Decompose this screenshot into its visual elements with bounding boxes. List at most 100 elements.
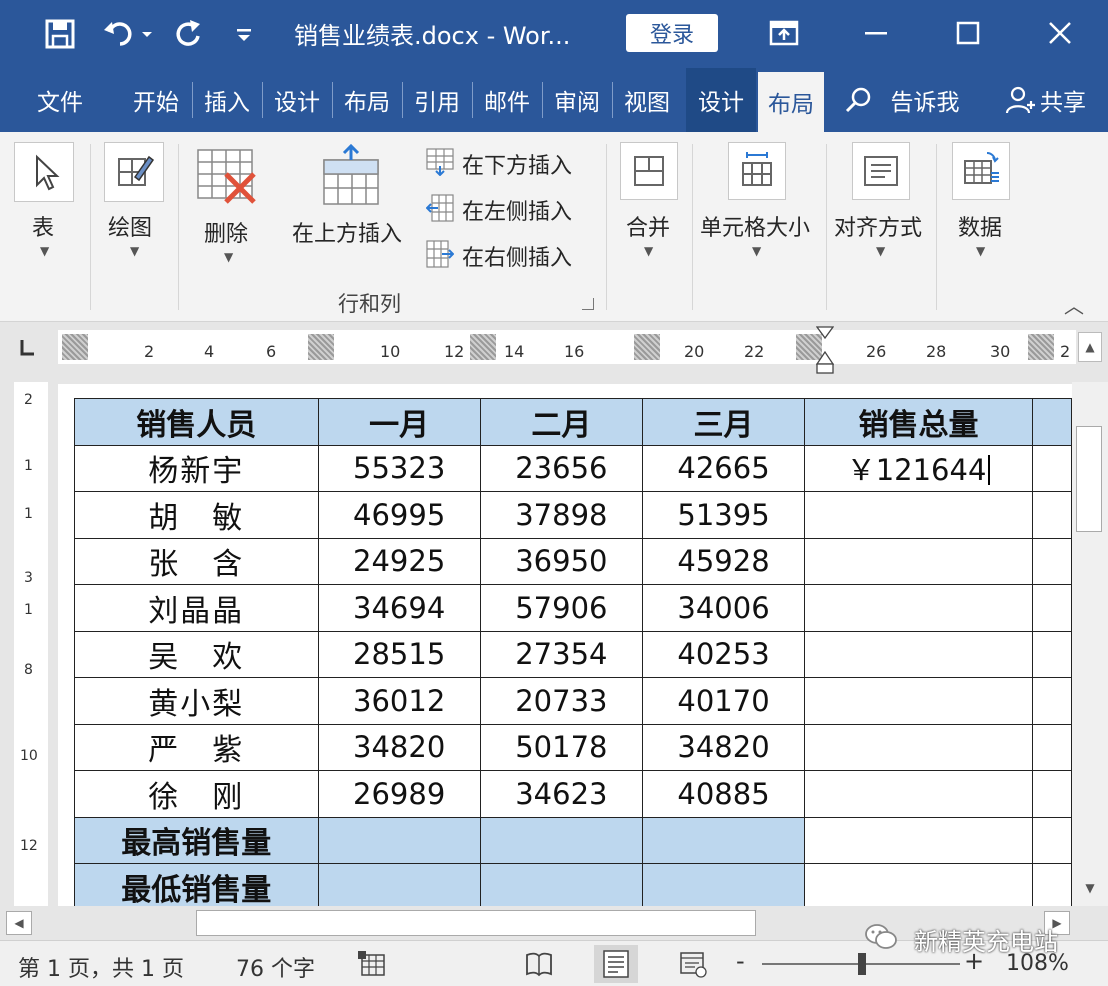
undo-icon[interactable] — [100, 14, 156, 54]
chevron-down-icon[interactable]: ▼ — [752, 244, 761, 258]
tell-me-box[interactable]: 告诉我 — [882, 68, 968, 132]
salesperson-cell[interactable]: 徐 刚 — [74, 770, 319, 818]
salesperson-cell[interactable]: 杨新宇 — [74, 444, 319, 492]
tab-table-layout[interactable]: 布局 — [758, 72, 824, 132]
max-sales-label[interactable]: 最高销售量 — [74, 816, 319, 864]
ruler-column-marker[interactable] — [634, 334, 660, 360]
vertical-ruler[interactable]: 2 1 1 3 1 8 10 12 — [14, 382, 48, 906]
mar-cell[interactable]: 45928 — [641, 537, 806, 585]
share-button[interactable]: 共享 — [1040, 68, 1108, 132]
save-icon[interactable] — [40, 14, 80, 54]
merge-label[interactable]: 合并 — [626, 210, 670, 242]
max-mar-cell[interactable] — [641, 816, 806, 864]
extra-cell[interactable] — [1031, 770, 1072, 818]
jan-cell[interactable]: 24925 — [317, 537, 481, 585]
insert-left-icon[interactable] — [425, 194, 454, 222]
insert-right-label[interactable]: 在右侧插入 — [462, 240, 572, 272]
sales-table[interactable]: 销售人员 一月 二月 三月 销售总量 杨新宇 55323 23656 42665… — [74, 398, 1072, 906]
jan-cell[interactable]: 34694 — [317, 584, 481, 632]
chevron-down-icon[interactable]: ▼ — [224, 250, 233, 264]
total-cell[interactable] — [804, 723, 1033, 771]
login-button[interactable]: 登录 — [626, 14, 718, 52]
insert-below-icon[interactable] — [426, 148, 454, 177]
salesperson-cell[interactable]: 刘晶晶 — [74, 584, 319, 632]
merge-cells-icon[interactable] — [620, 142, 678, 200]
feb-cell[interactable]: 37898 — [479, 491, 643, 539]
total-cell[interactable] — [804, 630, 1033, 678]
data-label[interactable]: 数据 — [958, 210, 1002, 242]
feb-cell[interactable]: 36950 — [479, 537, 643, 585]
max-total-cell[interactable] — [804, 816, 1033, 864]
total-cell[interactable]: ￥121644 — [804, 444, 1033, 492]
dialog-launcher-icon[interactable] — [582, 298, 594, 310]
mar-cell[interactable]: 34820 — [641, 723, 806, 771]
tab-home[interactable]: 开始 — [120, 68, 192, 132]
min-sales-label[interactable]: 最低销售量 — [74, 863, 319, 906]
jan-cell[interactable]: 34820 — [317, 723, 481, 771]
tab-mailings[interactable]: 邮件 — [472, 68, 542, 132]
tab-table-design[interactable]: 设计 — [686, 68, 756, 132]
total-cell[interactable] — [804, 677, 1033, 725]
jan-cell[interactable]: 46995 — [317, 491, 481, 539]
close-icon[interactable] — [1032, 10, 1088, 56]
vertical-scrollbar[interactable]: ▼ — [1072, 382, 1108, 906]
document-page[interactable]: 销售人员 一月 二月 三月 销售总量 杨新宇 55323 23656 42665… — [58, 384, 1072, 906]
chevron-down-icon[interactable]: ▼ — [976, 244, 985, 258]
zoom-out-button[interactable]: - — [736, 947, 745, 975]
extra-cell[interactable] — [1031, 444, 1072, 492]
total-cell[interactable] — [804, 491, 1033, 539]
proofing-icon[interactable] — [356, 949, 386, 979]
share-person-icon[interactable] — [1000, 68, 1040, 132]
feb-cell[interactable]: 57906 — [479, 584, 643, 632]
page-count[interactable]: 第 1 页，共 1 页 — [18, 951, 184, 983]
feb-cell[interactable]: 50178 — [479, 723, 643, 771]
insert-below-label[interactable]: 在下方插入 — [462, 148, 572, 180]
tab-insert[interactable]: 插入 — [192, 68, 262, 132]
min-mar-cell[interactable] — [641, 863, 806, 906]
extra-cell[interactable] — [1031, 537, 1072, 585]
feb-cell[interactable]: 23656 — [479, 444, 643, 492]
read-mode-icon[interactable] — [524, 949, 554, 979]
tab-layout[interactable]: 布局 — [332, 68, 402, 132]
data-icon[interactable] — [952, 142, 1010, 200]
mar-cell[interactable]: 42665 — [641, 444, 806, 492]
jan-cell[interactable]: 55323 — [317, 444, 481, 492]
zoom-slider-thumb[interactable] — [858, 953, 866, 975]
salesperson-cell[interactable]: 张 含 — [74, 537, 319, 585]
min-feb-cell[interactable] — [479, 863, 643, 906]
word-count[interactable]: 76 个字 — [236, 951, 315, 983]
delete-table-icon[interactable] — [196, 148, 260, 206]
ruler-column-marker[interactable] — [1028, 334, 1054, 360]
customize-toolbar-icon[interactable] — [226, 14, 262, 54]
minimize-icon[interactable] — [848, 10, 904, 56]
table-select-label[interactable]: 表 — [32, 210, 54, 242]
salesperson-cell[interactable]: 吴 欢 — [74, 630, 319, 678]
feb-cell[interactable]: 20733 — [479, 677, 643, 725]
jan-cell[interactable]: 28515 — [317, 630, 481, 678]
insert-right-icon[interactable] — [426, 240, 455, 268]
web-layout-icon[interactable] — [678, 949, 708, 979]
collapse-ribbon-icon[interactable]: ︿ — [1064, 290, 1084, 319]
scroll-left-icon[interactable]: ◀ — [6, 911, 32, 935]
draw-label[interactable]: 绘图 — [108, 210, 152, 242]
mar-cell[interactable]: 51395 — [641, 491, 806, 539]
insert-above-icon[interactable] — [322, 143, 380, 206]
maximize-icon[interactable] — [940, 10, 996, 56]
insert-above-label[interactable]: 在上方插入 — [292, 216, 402, 248]
salesperson-cell[interactable]: 黄小梨 — [74, 677, 319, 725]
chevron-down-icon[interactable]: ▼ — [644, 244, 653, 258]
total-cell[interactable] — [804, 770, 1033, 818]
chevron-down-icon[interactable]: ▼ — [876, 244, 885, 258]
header-cell[interactable]: 二月 — [479, 398, 643, 446]
total-cell[interactable] — [804, 584, 1033, 632]
cell-size-label[interactable]: 单元格大小 — [700, 210, 810, 242]
delete-label[interactable]: 删除 — [204, 216, 248, 248]
print-layout-icon[interactable] — [594, 945, 638, 983]
extra-cell[interactable] — [1031, 584, 1072, 632]
tab-selector-icon[interactable] — [16, 336, 38, 358]
min-total-cell[interactable] — [804, 863, 1033, 906]
extra-cell[interactable] — [1031, 630, 1072, 678]
chevron-down-icon[interactable]: ▼ — [40, 244, 49, 258]
indent-marker-icon[interactable] — [815, 326, 835, 374]
scroll-up-icon[interactable]: ▲ — [1078, 332, 1102, 362]
